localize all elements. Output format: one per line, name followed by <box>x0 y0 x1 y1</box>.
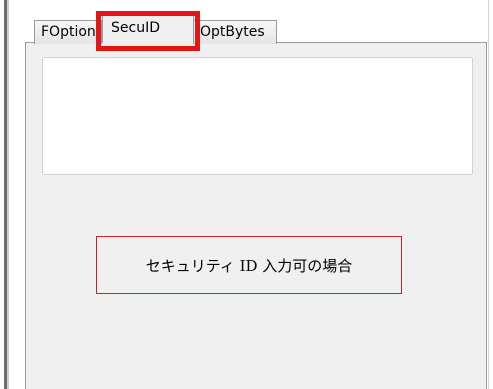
tab-highlight-box <box>96 11 200 51</box>
tab-optbytes[interactable]: OptBytes <box>193 20 277 44</box>
security-id-input[interactable] <box>42 57 473 175</box>
window-right-edge <box>488 0 493 389</box>
annotation-text: セキュリティ ID 入力可の場合 <box>145 256 353 275</box>
window-left-border-inner <box>7 0 9 389</box>
tab-foption[interactable]: FOption <box>34 20 102 44</box>
annotation-callout: セキュリティ ID 入力可の場合 <box>96 236 402 294</box>
